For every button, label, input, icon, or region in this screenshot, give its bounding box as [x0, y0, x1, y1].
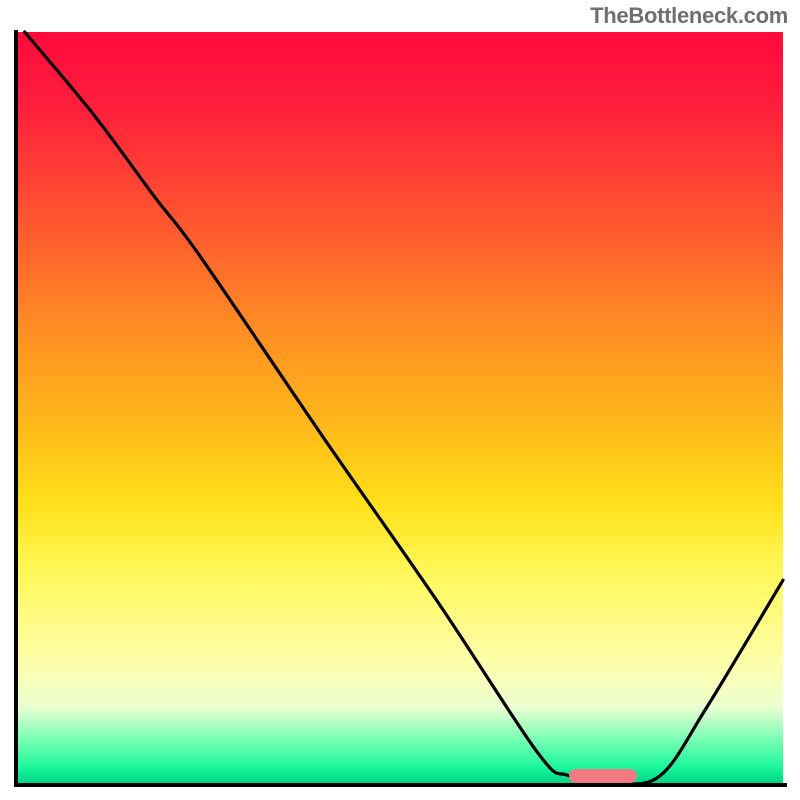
chart-container: TheBottleneck.com — [0, 0, 800, 800]
plot-area — [17, 32, 783, 783]
optimal-range-marker — [569, 769, 638, 783]
y-axis — [14, 30, 18, 787]
watermark-text: TheBottleneck.com — [590, 3, 788, 29]
x-axis — [14, 783, 787, 787]
